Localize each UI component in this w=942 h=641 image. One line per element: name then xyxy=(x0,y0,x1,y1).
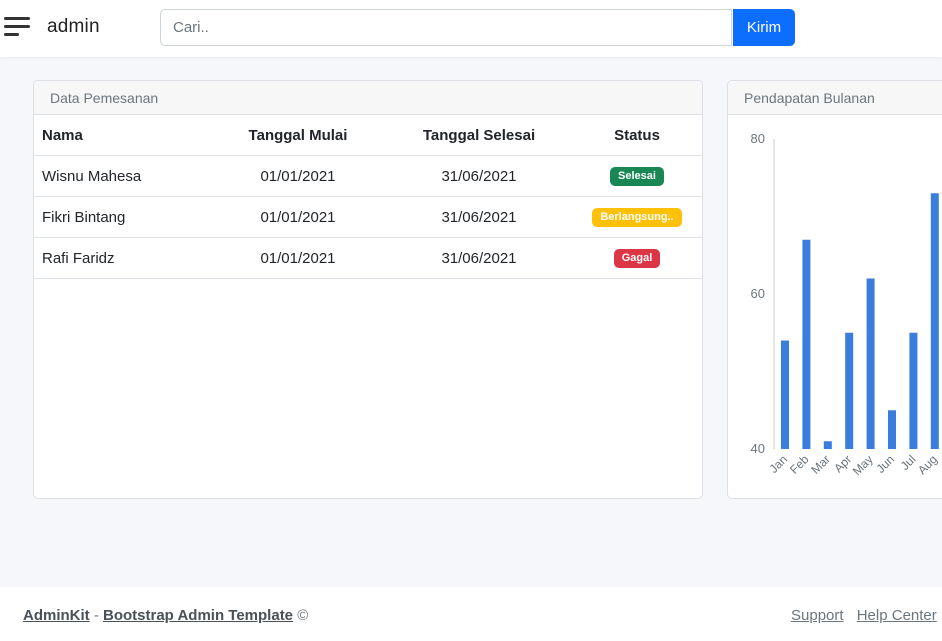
footer-link-support[interactable]: Support xyxy=(791,607,844,624)
x-tick-label: May xyxy=(850,452,876,478)
row-start-date: 01/01/2021 xyxy=(210,237,386,279)
column-header-end-date: Tanggal Selesai xyxy=(386,115,572,156)
search-submit-button[interactable]: Kirim xyxy=(733,9,795,46)
footer: AdminKit - Bootstrap Admin Template © Su… xyxy=(0,587,942,641)
column-header-start-date: Tanggal Mulai xyxy=(210,115,386,156)
row-name: Wisnu Mahesa xyxy=(34,155,210,197)
y-tick-label: 80 xyxy=(751,131,765,146)
orders-table: Nama Tanggal Mulai Tanggal Selesai Statu… xyxy=(34,115,702,279)
row-end-date: 31/06/2021 xyxy=(386,196,572,238)
table-row: Rafi Faridz 01/01/2021 31/06/2021 Gagal xyxy=(34,237,702,279)
chart-bar-jan xyxy=(781,340,789,449)
footer-credits: AdminKit - Bootstrap Admin Template © xyxy=(23,607,308,624)
x-tick-label: Jan xyxy=(767,452,791,476)
row-end-date: 31/06/2021 xyxy=(386,155,572,197)
y-tick-label: 60 xyxy=(751,286,765,301)
column-header-name: Nama xyxy=(34,115,210,156)
table-header-row: Nama Tanggal Mulai Tanggal Selesai Statu… xyxy=(34,115,702,156)
top-navbar: admin Kirim xyxy=(0,0,942,57)
search-input[interactable] xyxy=(160,9,732,46)
brand-title: admin xyxy=(47,16,100,37)
x-tick-label: Jun xyxy=(874,452,898,476)
chart-bar-mar xyxy=(823,441,832,449)
status-badge: Selesai xyxy=(610,167,664,186)
table-row: Fikri Bintang 01/01/2021 31/06/2021 Berl… xyxy=(34,196,702,238)
orders-card: Data Pemesanan Nama Tanggal Mulai Tangga… xyxy=(33,80,703,499)
x-tick-label: Mar xyxy=(808,452,833,477)
chart-bar-aug xyxy=(930,193,939,449)
revenue-card: Pendapatan Bulanan 40 60 80 Jan Feb Mar Apr May… xyxy=(727,80,942,499)
row-name: Fikri Bintang xyxy=(34,196,210,238)
footer-separator: - xyxy=(93,607,99,624)
footer-brand-link[interactable]: AdminKit xyxy=(23,607,90,624)
menu-toggle-icon[interactable] xyxy=(4,17,30,39)
footer-link-help-center[interactable]: Help Center xyxy=(857,607,937,624)
footer-template-link[interactable]: Bootstrap Admin Template xyxy=(103,607,293,624)
y-tick-label: 40 xyxy=(751,441,765,456)
table-row: Wisnu Mahesa 01/01/2021 31/06/2021 Seles… xyxy=(34,155,702,197)
row-end-date: 31/06/2021 xyxy=(386,237,572,279)
status-badge: Berlangsung.. xyxy=(592,208,682,227)
row-start-date: 01/01/2021 xyxy=(210,196,386,238)
revenue-card-title: Pendapatan Bulanan xyxy=(728,81,942,115)
chart-bar-jun xyxy=(888,410,896,449)
column-header-status: Status xyxy=(572,115,702,156)
chart-bar-may xyxy=(866,278,875,449)
status-badge: Gagal xyxy=(613,249,661,268)
x-tick-label: Apr xyxy=(831,452,854,475)
x-tick-label: Feb xyxy=(787,452,812,477)
row-start-date: 01/01/2021 xyxy=(210,155,386,197)
row-name: Rafi Faridz xyxy=(34,237,210,279)
orders-card-title: Data Pemesanan xyxy=(34,81,702,115)
chart-bar-apr xyxy=(845,332,854,449)
chart-bar-feb xyxy=(802,239,811,449)
x-tick-label: Aug xyxy=(915,452,940,477)
revenue-bar-chart: 40 60 80 JanFebMarAprMayJun JulAug xyxy=(751,131,940,478)
x-tick-label: Jul xyxy=(898,452,919,473)
footer-links: Support Help Center xyxy=(791,607,942,624)
chart-bar-jul xyxy=(909,332,918,449)
footer-copyright: © xyxy=(297,607,309,624)
